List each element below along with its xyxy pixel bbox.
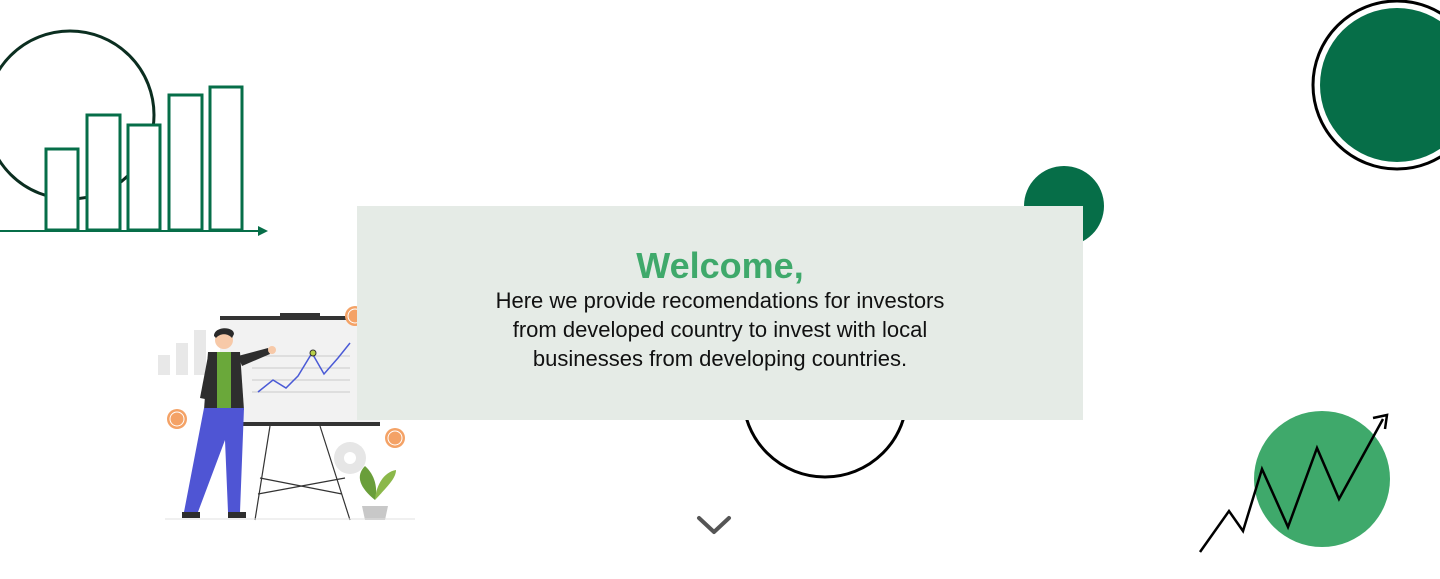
decor-circle-accent (1254, 411, 1390, 547)
bar-chart-icon (0, 29, 268, 236)
scroll-down-button[interactable] (694, 510, 734, 540)
welcome-card: Welcome, Here we provide recomendations … (357, 206, 1083, 420)
bar-group (44, 85, 244, 232)
axis-arrow (258, 226, 268, 236)
bar (126, 123, 162, 232)
bar (167, 93, 204, 232)
decor-circle-large (1311, 0, 1440, 171)
welcome-description-line: businesses from developing countries. (532, 346, 908, 371)
gear-icon (334, 442, 366, 474)
bar (44, 147, 80, 232)
chevron-down-icon (697, 516, 731, 534)
welcome-description-line: from developed country to invest with lo… (512, 317, 928, 342)
welcome-description: Here we provide recomendations for inves… (440, 286, 1000, 373)
welcome-title: Welcome, (636, 245, 804, 286)
whiteboard (220, 318, 380, 424)
plant-icon (359, 466, 396, 520)
hero-section: Welcome, Here we provide recomendations … (0, 0, 1440, 579)
welcome-description-line: Here we provide recomendations for inves… (495, 288, 945, 313)
bar (85, 113, 122, 232)
bar (208, 85, 244, 232)
trend-arrow-icon (1198, 411, 1390, 553)
